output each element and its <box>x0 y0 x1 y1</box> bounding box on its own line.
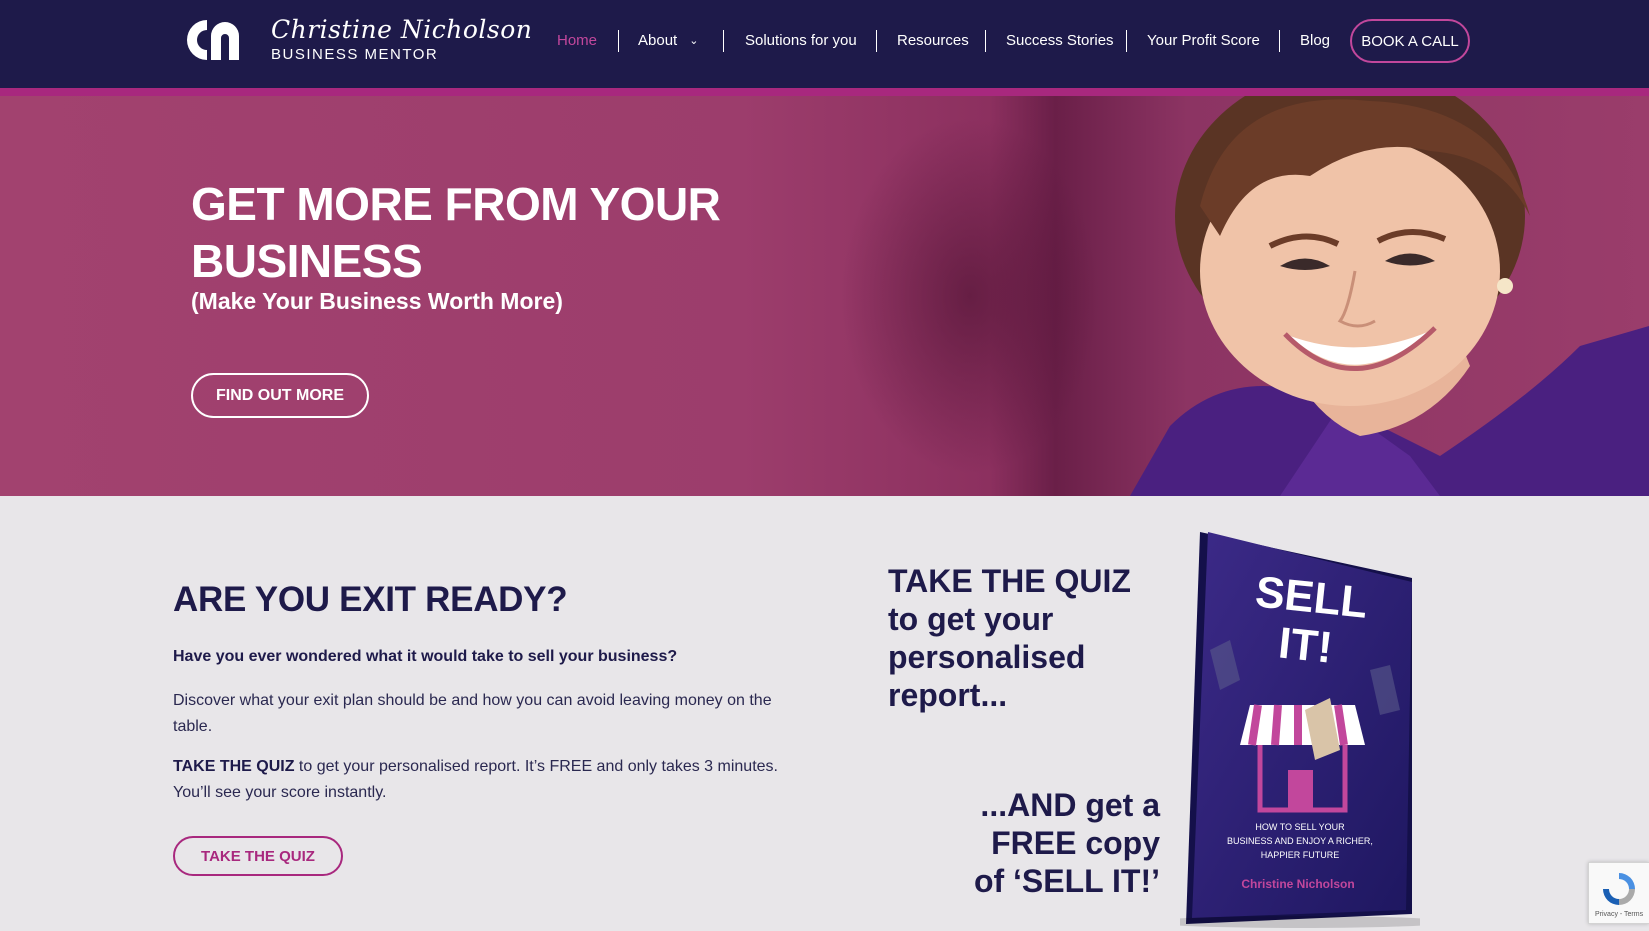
nav-divider <box>876 30 877 52</box>
nav-divider <box>985 30 986 52</box>
nav-divider <box>618 30 619 52</box>
exit-paragraph-1: Discover what your exit plan should be a… <box>173 692 772 735</box>
sell-it-book-cover: SELL IT! HOW TO SELL YOUR BUSINESS AND E… <box>1180 532 1420 928</box>
book-author: Christine Nicholson <box>1241 877 1354 891</box>
promo-line: to get your <box>888 601 1054 637</box>
hero-subtitle: (Make Your Business Worth More) <box>191 288 563 314</box>
promo-line: FREE copy <box>991 825 1160 861</box>
book-subtitle-line2: BUSINESS AND ENJOY A RICHER, <box>1227 836 1373 846</box>
exit-paragraph-2-bold: TAKE THE QUIZ <box>173 758 295 775</box>
nav-about-label: About <box>638 32 678 49</box>
promo-line: personalised <box>888 639 1086 675</box>
exit-paragraph-2: TAKE THE QUIZ to get your personalised r… <box>173 754 813 806</box>
nav-blog[interactable]: Blog <box>1300 31 1330 51</box>
nav-home[interactable]: Home <box>557 31 597 51</box>
hero-title-line1: GET MORE FROM YOUR <box>191 178 721 230</box>
chevron-down-icon: ⌄ <box>689 35 699 47</box>
book-subtitle-line3: HAPPIER FUTURE <box>1261 850 1340 860</box>
take-the-quiz-button[interactable]: TAKE THE QUIZ <box>173 836 343 876</box>
promo-book-text: ...AND get a FREE copy of ‘SELL IT!’ <box>930 786 1160 900</box>
book-subtitle-line1: HOW TO SELL YOUR <box>1255 822 1345 832</box>
main-nav: Home About ⌄ Solutions for you Resources … <box>0 0 1649 82</box>
promo-quiz-text: TAKE THE QUIZ to get your personalised r… <box>888 562 1131 714</box>
hero-title: GET MORE FROM YOUR BUSINESS <box>191 176 791 290</box>
nav-divider <box>1279 30 1280 52</box>
portrait-image <box>1130 96 1649 496</box>
header-accent-stripe <box>0 88 1649 96</box>
promo-line: of ‘SELL IT!’ <box>973 863 1160 899</box>
hero-title-line2: BUSINESS <box>191 235 423 287</box>
promo-line: report... <box>888 677 1008 713</box>
nav-divider <box>1126 30 1127 52</box>
hero-shadow <box>840 116 1100 476</box>
book-a-call-button[interactable]: BOOK A CALL <box>1350 19 1470 63</box>
exit-ready-heading: ARE YOU EXIT READY? <box>173 580 568 619</box>
exit-question: Have you ever wondered what it would tak… <box>173 648 678 665</box>
nav-resources[interactable]: Resources <box>897 31 969 51</box>
nav-divider <box>723 30 724 52</box>
book-title-line2: IT! <box>1276 618 1335 672</box>
recaptcha-badge[interactable]: Privacy - Terms <box>1588 862 1649 924</box>
promo-line: ...AND get a <box>980 787 1160 823</box>
recaptcha-links[interactable]: Privacy - Terms <box>1595 911 1643 918</box>
find-out-more-button[interactable]: FIND OUT MORE <box>191 373 369 418</box>
recaptcha-icon <box>1603 873 1635 905</box>
nav-solutions[interactable]: Solutions for you <box>745 31 857 51</box>
hero-banner: GET MORE FROM YOUR BUSINESS (Make Your B… <box>0 96 1649 496</box>
nav-about[interactable]: About ⌄ <box>638 31 698 51</box>
site-header: Christine Nicholson BUSINESS MENTOR Home… <box>0 0 1649 88</box>
nav-profit-score[interactable]: Your Profit Score <box>1147 31 1260 51</box>
promo-line: TAKE THE QUIZ <box>888 563 1131 599</box>
nav-success-stories[interactable]: Success Stories <box>1006 31 1114 51</box>
